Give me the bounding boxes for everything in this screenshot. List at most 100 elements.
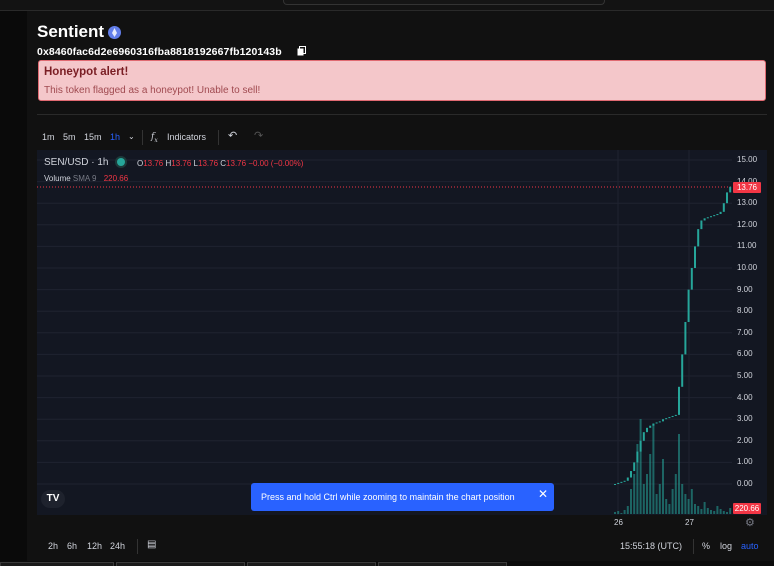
percent-toggle[interactable]: %	[702, 541, 710, 551]
price-candle	[719, 211, 722, 214]
last-price-tag: 13.76	[733, 182, 761, 193]
price-axis-label: 0.00	[737, 479, 753, 488]
volume-bar	[716, 506, 719, 514]
range-12h[interactable]: 12h	[87, 541, 102, 551]
volume-bar	[713, 511, 716, 514]
sma-label: SMA 9	[72, 174, 97, 183]
volume-bar	[658, 484, 661, 514]
token-name: Sentient	[37, 22, 105, 41]
price-axis-label: 3.00	[737, 414, 753, 424]
volume-bar	[706, 508, 709, 514]
volume-bar	[726, 512, 728, 514]
volume-label: Volume	[44, 174, 71, 183]
ethereum-icon	[108, 26, 121, 39]
volume-bar	[646, 474, 648, 514]
price-candle	[690, 268, 693, 290]
price-axis-label: 5.00	[737, 371, 753, 380]
top-bar	[0, 0, 774, 11]
volume-bar	[722, 511, 725, 514]
volume-bar	[687, 499, 690, 514]
price-candle	[633, 462, 636, 472]
volume-tag: 220.66	[733, 503, 761, 514]
indicators-button[interactable]: Indicators	[167, 132, 206, 142]
close-value: 13.76	[226, 159, 247, 168]
volume-bar	[626, 506, 629, 514]
volume-bar	[684, 494, 687, 514]
volume-bar	[652, 424, 655, 514]
ohlc-legend: O13.76 H13.76 L13.76 C13.76 −0.00 (−0.00…	[137, 159, 303, 168]
volume-bar	[642, 484, 645, 514]
price-axis-label: 12.00	[737, 219, 758, 229]
price-candle	[617, 482, 620, 484]
price-candle	[614, 484, 616, 485]
price-axis-label: 11.00	[737, 241, 757, 251]
bottom-tab[interactable]	[378, 562, 507, 566]
price-axis-label: 6.00	[737, 349, 753, 359]
volume-legend: Volume SMA 9 220.66	[44, 174, 128, 183]
price-candle	[687, 289, 690, 322]
status-dot-icon	[117, 158, 125, 166]
price-axis-label: 15.00	[737, 155, 758, 164]
toolbar-divider	[142, 130, 143, 145]
volume-bar	[694, 504, 696, 514]
time-label-27: 27	[685, 518, 694, 527]
volume-bar	[623, 510, 626, 514]
price-candle	[697, 229, 700, 247]
bottom-tab[interactable]	[247, 562, 376, 566]
range-2h[interactable]: 2h	[48, 541, 58, 551]
volume-bar	[639, 419, 642, 514]
chevron-down-icon[interactable]: ⌄	[128, 132, 135, 141]
price-candle	[668, 417, 671, 419]
volume-bar	[710, 510, 712, 514]
price-chart[interactable]	[37, 150, 767, 515]
utc-clock[interactable]: 15:55:18 (UTC)	[620, 541, 682, 551]
calendar-icon[interactable]: ▤	[147, 539, 156, 550]
price-candle	[713, 215, 716, 217]
range-24h[interactable]: 24h	[110, 541, 125, 551]
price-candle	[649, 425, 652, 428]
price-candle	[694, 246, 696, 268]
chart-toolbar: 1m 5m 15m 1h ⌄ fx Indicators ↶ ↷	[37, 127, 767, 149]
token-address: 0x8460fac6d2e6960316fba8818192667fb12014…	[37, 46, 282, 58]
symbol-label: SEN/USD · 1h	[44, 157, 109, 168]
bottom-tab[interactable]	[116, 562, 245, 566]
settings-gear-icon[interactable]: ⚙	[745, 516, 755, 529]
interval-1h[interactable]: 1h	[110, 132, 120, 142]
redo-icon[interactable]: ↷	[254, 129, 263, 142]
top-tab[interactable]	[283, 0, 605, 5]
volume-bar	[681, 484, 684, 514]
volume-bar	[690, 489, 693, 514]
volume-bar	[665, 499, 668, 514]
price-axis-label: 2.00	[737, 435, 753, 445]
volume-bar	[729, 508, 732, 514]
volume-bar	[674, 474, 677, 514]
left-edge	[0, 11, 27, 565]
interval-5m[interactable]: 5m	[63, 132, 76, 142]
bottom-bar: 2h 6h 12h 24h ▤ 15:55:18 (UTC) % log aut…	[37, 535, 767, 557]
price-candle	[703, 218, 706, 221]
copy-icon[interactable]	[297, 46, 306, 56]
volume-bar	[697, 506, 700, 514]
tradingview-logo[interactable]: TV	[41, 490, 65, 508]
price-candle	[662, 419, 664, 422]
price-candle	[716, 214, 719, 216]
chart-canvas[interactable]	[37, 150, 767, 515]
log-toggle[interactable]: log	[720, 541, 732, 551]
volume-bar	[636, 444, 639, 514]
interval-1m[interactable]: 1m	[42, 132, 55, 142]
price-candle	[620, 481, 623, 483]
undo-icon[interactable]: ↶	[228, 129, 237, 142]
price-axis-label: 10.00	[737, 263, 758, 272]
volume-bar	[614, 512, 616, 514]
price-axis-label: 9.00	[737, 284, 753, 294]
interval-15m[interactable]: 15m	[84, 132, 102, 142]
volume-bar	[678, 434, 680, 514]
function-icon[interactable]: fx	[151, 132, 158, 144]
auto-toggle[interactable]: auto	[741, 541, 759, 551]
range-6h[interactable]: 6h	[67, 541, 77, 551]
bottom-tab[interactable]	[0, 562, 114, 566]
alert-message: This token flagged as a honeypot! Unable…	[44, 85, 261, 96]
close-icon[interactable]: ✕	[538, 487, 548, 501]
price-axis-label: 4.00	[737, 392, 753, 402]
volume-bar	[633, 474, 636, 514]
